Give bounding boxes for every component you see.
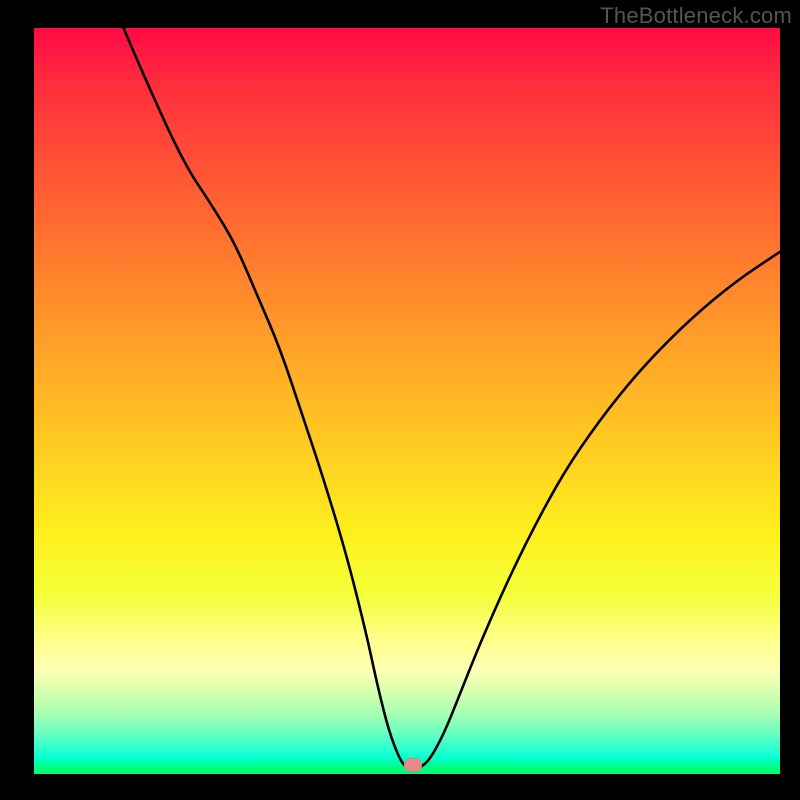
watermark-text: TheBottleneck.com <box>600 3 792 29</box>
bottleneck-curve <box>124 28 781 769</box>
curve-svg <box>34 28 780 774</box>
plot-area <box>34 28 780 774</box>
minimum-marker <box>404 758 422 772</box>
chart-frame: TheBottleneck.com <box>0 0 800 800</box>
